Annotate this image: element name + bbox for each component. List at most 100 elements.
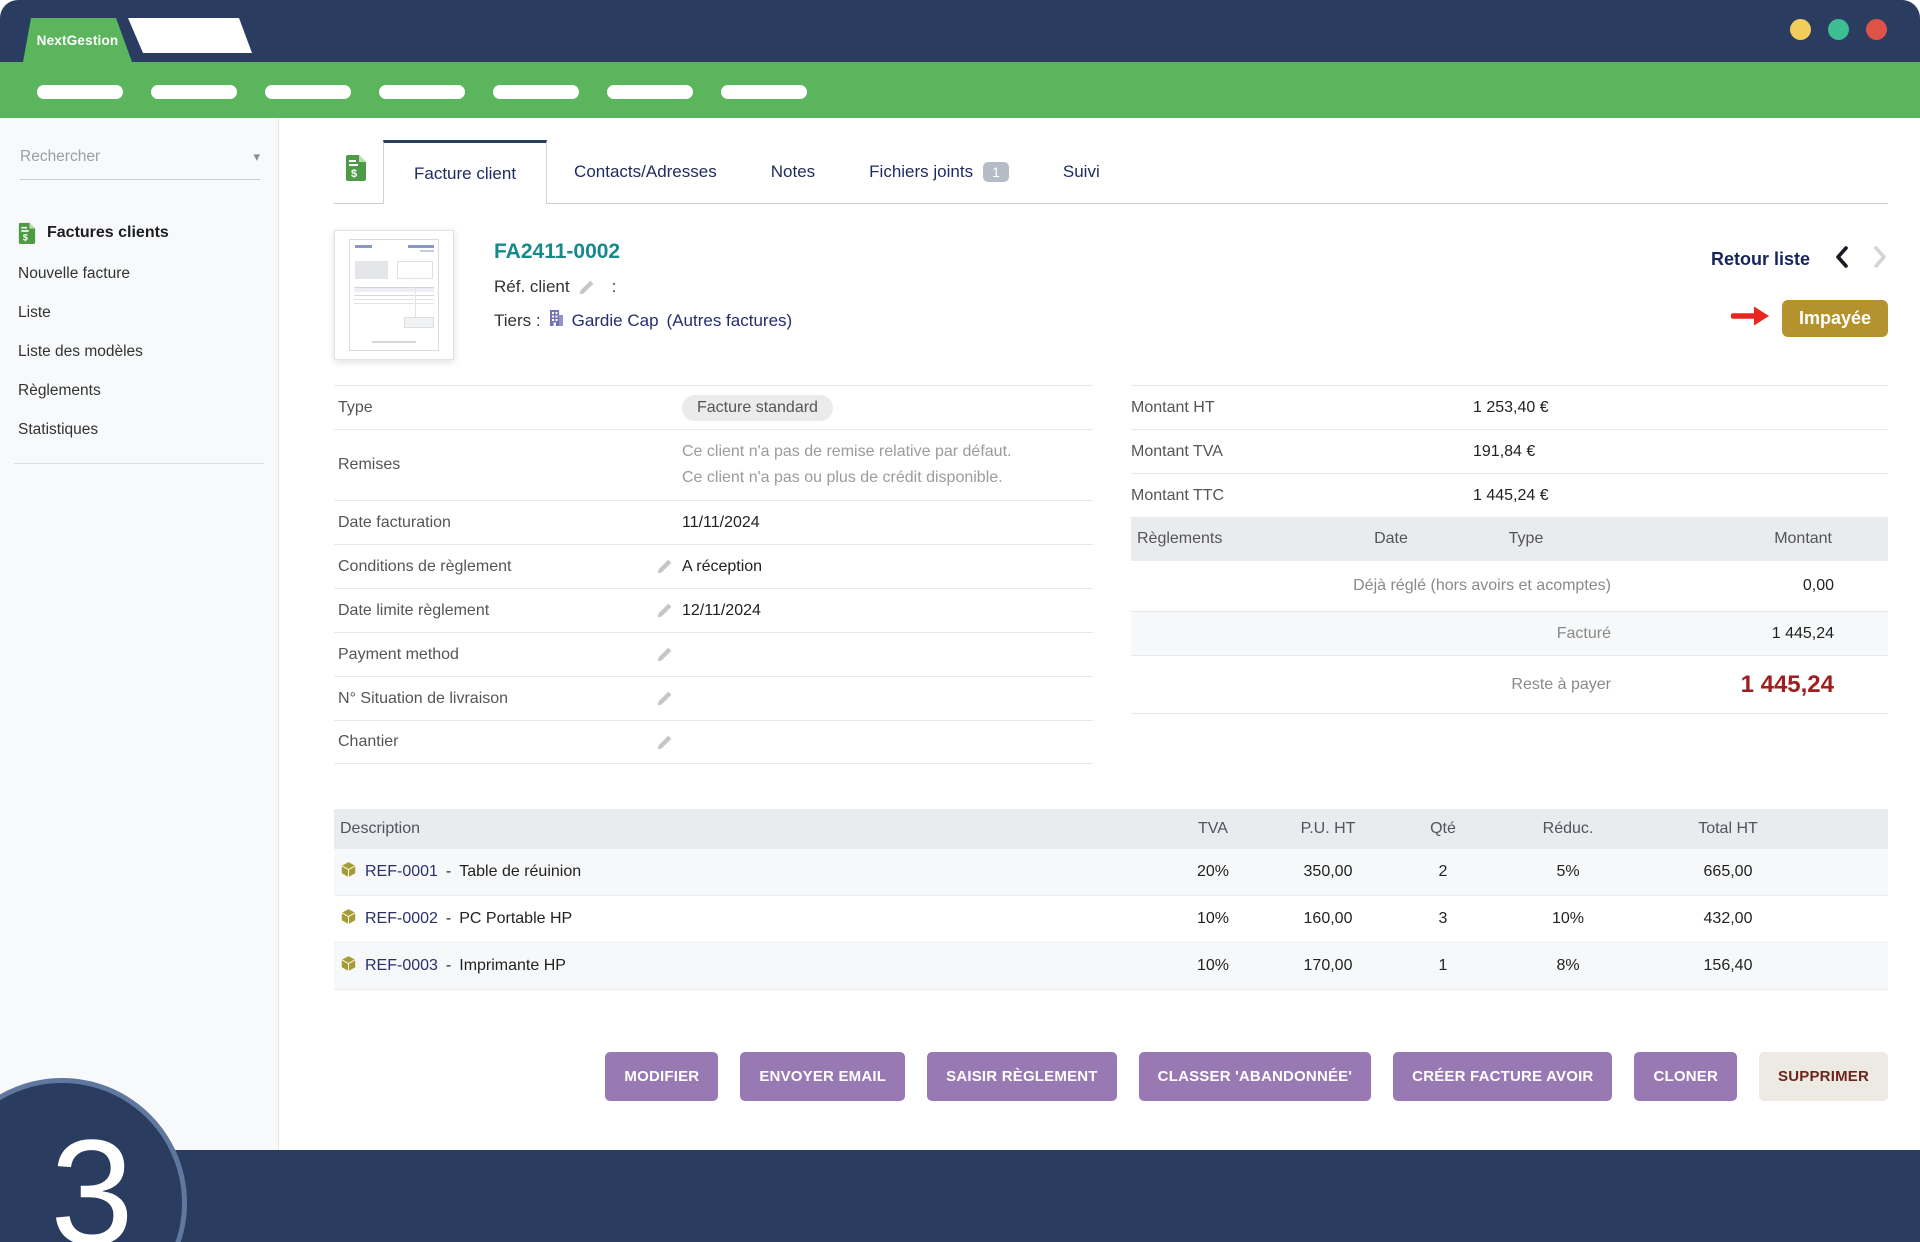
brand-tab: NextGestion (23, 18, 132, 62)
invoice-doc-icon: $ (345, 154, 367, 186)
details-table: Type Facture standard Remises Ce client … (334, 385, 1093, 764)
svg-text:$: $ (351, 168, 357, 180)
invoice-doc-icon: $ (18, 222, 36, 244)
tab-bar: $ Facture client Contacts/Adresses Notes… (334, 140, 1888, 204)
invoice-identity: FA2411-0002 Réf. client : Tiers : (494, 230, 792, 360)
amount-row-ttc: Montant TTC 1 445,24 € (1131, 473, 1888, 517)
nav-placeholder-pill[interactable] (379, 85, 465, 99)
package-cube-icon (340, 955, 357, 977)
nav-placeholder-pill[interactable] (493, 85, 579, 99)
footer-bar (0, 1150, 1920, 1242)
attachment-count-badge: 1 (983, 162, 1009, 182)
sidebar-item-liste-des-modeles[interactable]: Liste des modèles (18, 343, 278, 361)
deja-regle-row: Déjà réglé (hors avoirs et acomptes) 0,0… (1131, 561, 1888, 611)
search-placeholder: Rechercher (20, 148, 100, 166)
nav-placeholder-pill[interactable] (151, 85, 237, 99)
tab-fichiers-joints[interactable]: Fichiers joints 1 (842, 140, 1036, 203)
sidebar-item-liste[interactable]: Liste (18, 304, 278, 322)
ref-client-label: Réf. client (494, 277, 570, 297)
status-badge: Impayée (1782, 300, 1888, 337)
chevron-down-icon[interactable]: ▾ (253, 149, 260, 165)
maximize-dot-icon[interactable] (1828, 19, 1849, 40)
main-nav-bar (0, 62, 1920, 118)
nav-placeholder-pill[interactable] (721, 85, 807, 99)
nav-placeholder-pill[interactable] (607, 85, 693, 99)
tiers-name-link[interactable]: Gardie Cap (572, 311, 659, 331)
edit-pencil-icon[interactable] (656, 690, 682, 707)
ref-client-line: Réf. client : (494, 277, 792, 297)
line-row-3: REF-0003 - Imprimante HP 10% 170,00 1 8%… (334, 943, 1888, 990)
nav-placeholder-menu (0, 62, 1920, 99)
product-label: PC Portable HP (459, 910, 572, 928)
edit-pencil-icon[interactable] (578, 279, 604, 296)
product-label: Imprimante HP (459, 957, 566, 975)
search-input[interactable]: Rechercher ▾ (20, 148, 260, 180)
window-controls (1790, 19, 1887, 40)
detail-row-situation-livraison: N° Situation de livraison (334, 676, 1093, 720)
cloner-button[interactable]: CLONER (1634, 1052, 1737, 1101)
amount-row-ht: Montant HT 1 253,40 € (1131, 385, 1888, 429)
retour-liste-link[interactable]: Retour liste (1711, 249, 1810, 270)
detail-row-chantier: Chantier (334, 720, 1093, 764)
brand-name: NextGestion (37, 33, 119, 48)
edit-pencil-icon[interactable] (656, 646, 682, 663)
supprimer-button[interactable]: SUPPRIMER (1759, 1052, 1888, 1101)
detail-row-date-facturation: Date facturation 11/11/2024 (334, 500, 1093, 544)
chevron-right-icon (1873, 246, 1888, 273)
chevron-left-icon[interactable] (1834, 246, 1849, 273)
sidebar-divider (14, 463, 264, 464)
package-cube-icon (340, 908, 357, 930)
product-ref-link[interactable]: REF-0003 (365, 957, 438, 975)
close-dot-icon[interactable] (1866, 19, 1887, 40)
amount-row-tva: Montant TVA 191,84 € (1131, 429, 1888, 473)
invoice-preview-thumbnail[interactable] (334, 230, 454, 360)
record-navigation: Retour liste (1711, 246, 1888, 273)
reste-a-payer-value: 1 445,24 (1611, 671, 1888, 699)
product-ref-link[interactable]: REF-0002 (365, 910, 438, 928)
edit-pencil-icon[interactable] (656, 602, 682, 619)
ref-client-colon: : (612, 277, 617, 297)
lines-table: Description TVA P.U. HT Qté Réduc. Total… (334, 809, 1888, 990)
step-number: 3 (50, 1117, 133, 1242)
tiers-label: Tiers : (494, 311, 541, 331)
tiers-line: Tiers : Gardie Cap (Autres factu (494, 310, 792, 331)
detail-row-conditions-reglement: Conditions de règlement A réception (334, 544, 1093, 588)
envoyer-email-button[interactable]: ENVOYER EMAIL (740, 1052, 905, 1101)
tab-facture-client[interactable]: Facture client (383, 140, 547, 204)
window-title-bar: NextGestion (0, 0, 1920, 62)
nav-placeholder-pill[interactable] (265, 85, 351, 99)
reste-a-payer-row: Reste à payer 1 445,24 (1131, 656, 1888, 714)
type-pill: Facture standard (682, 395, 833, 421)
saisir-reglement-button[interactable]: SAISIR RÈGLEMENT (927, 1052, 1117, 1101)
autres-factures-link[interactable]: (Autres factures) (667, 311, 793, 331)
detail-row-type: Type Facture standard (334, 385, 1093, 429)
company-building-icon (549, 310, 564, 331)
details-section: Type Facture standard Remises Ce client … (334, 385, 1888, 764)
line-row-2: REF-0002 - PC Portable HP 10% 160,00 3 1… (334, 896, 1888, 943)
invoice-header: FA2411-0002 Réf. client : Tiers : (334, 230, 1888, 360)
detail-row-date-limite: Date limite règlement 12/11/2024 (334, 588, 1093, 632)
svg-text:$: $ (23, 233, 28, 243)
creer-facture-avoir-button[interactable]: CRÉER FACTURE AVOIR (1393, 1052, 1612, 1101)
classer-abandonnee-button[interactable]: CLASSER 'ABANDONNÉE' (1139, 1052, 1371, 1101)
edit-pencil-icon[interactable] (656, 734, 682, 751)
nav-placeholder-pill[interactable] (37, 85, 123, 99)
edit-pencil-icon[interactable] (656, 558, 682, 575)
sidebar-item-nouvelle-facture[interactable]: Nouvelle facture (18, 265, 278, 283)
minimize-dot-icon[interactable] (1790, 19, 1811, 40)
tab-suivi[interactable]: Suivi (1036, 140, 1127, 203)
tab-contacts-adresses[interactable]: Contacts/Adresses (547, 140, 744, 203)
package-cube-icon (340, 861, 357, 883)
product-label: Table de réuinion (459, 863, 581, 881)
detail-row-payment-method: Payment method (334, 632, 1093, 676)
sidebar-section-factures-clients[interactable]: $ Factures clients (18, 222, 278, 244)
tab-notes[interactable]: Notes (744, 140, 842, 203)
product-ref-link[interactable]: REF-0001 (365, 863, 438, 881)
modifier-button[interactable]: MODIFIER (605, 1052, 718, 1101)
sidebar-section-label: Factures clients (47, 224, 169, 242)
status-row: Impayée (1731, 300, 1888, 337)
sidebar-item-reglements[interactable]: Règlements (18, 382, 278, 400)
left-sidebar: Rechercher ▾ $ Factures clients Nouvelle… (0, 118, 279, 1150)
sidebar-item-statistiques[interactable]: Statistiques (18, 421, 278, 439)
action-bar: MODIFIER ENVOYER EMAIL SAISIR RÈGLEMENT … (334, 1052, 1888, 1101)
